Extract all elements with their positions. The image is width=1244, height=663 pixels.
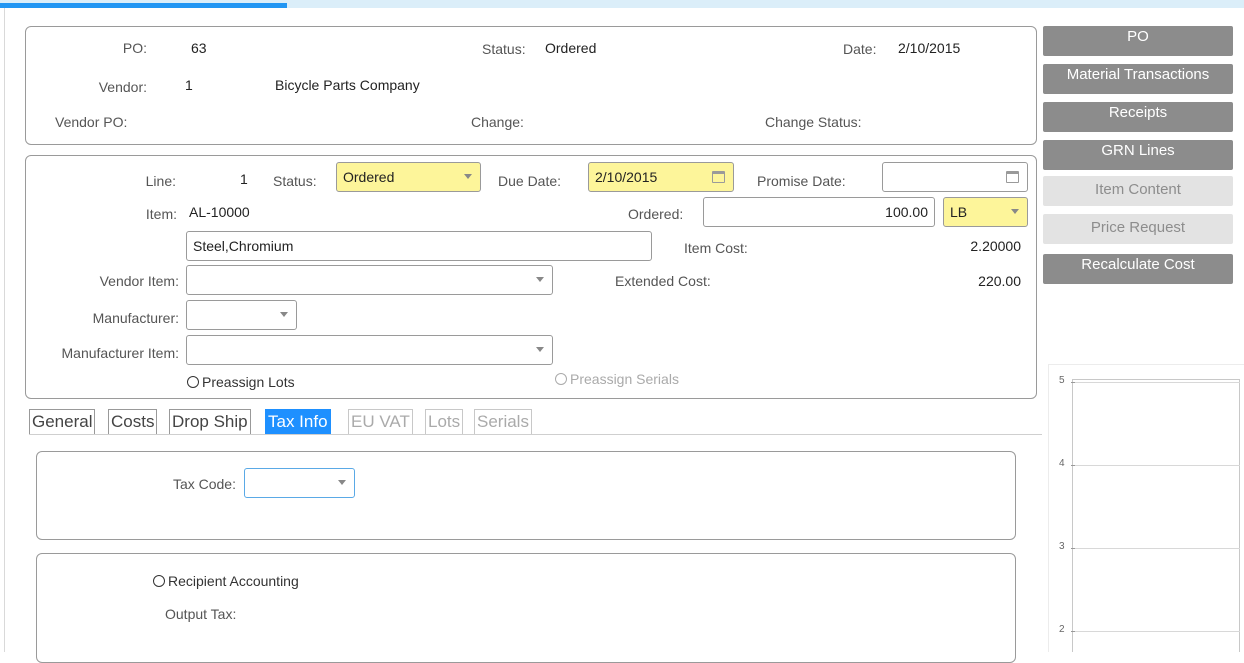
tax-code-panel bbox=[36, 451, 1016, 540]
item-cost-value: 2.20000 bbox=[970, 238, 1021, 254]
po-number: 63 bbox=[191, 40, 207, 56]
status-value: Ordered bbox=[545, 40, 597, 56]
checkbox-icon bbox=[555, 373, 567, 385]
vendor-id[interactable]: 1 bbox=[185, 77, 193, 93]
tab-lots[interactable]: Lots bbox=[425, 409, 464, 435]
chevron-down-icon bbox=[536, 277, 544, 282]
chart-gridline bbox=[1072, 465, 1240, 466]
uom-select[interactable]: LB bbox=[943, 197, 1028, 227]
extended-cost-value: 220.00 bbox=[978, 273, 1021, 289]
receipts-button[interactable]: Receipts bbox=[1043, 102, 1233, 132]
recipient-accounting-checkbox[interactable]: Recipient Accounting bbox=[153, 573, 299, 589]
tax-code-select[interactable] bbox=[244, 468, 355, 498]
status-label: Status: bbox=[482, 41, 526, 57]
tax-code-label: Tax Code: bbox=[172, 476, 236, 492]
chart-gridline bbox=[1072, 548, 1240, 549]
tab-tax-info[interactable]: Tax Info bbox=[265, 409, 331, 435]
left-divider bbox=[4, 8, 5, 652]
manufacturer-select[interactable] bbox=[186, 300, 297, 330]
grn-lines-button[interactable]: GRN Lines bbox=[1043, 140, 1233, 170]
item-description-value: Steel,Chromium bbox=[193, 238, 294, 254]
tab-drop-ship[interactable]: Drop Ship bbox=[169, 409, 251, 435]
preassign-serials-checkbox: Preassign Serials bbox=[555, 371, 679, 387]
chart-y-tick-label: 4 bbox=[1059, 458, 1065, 469]
due-date-value: 2/10/2015 bbox=[595, 169, 658, 185]
change-label: Change: bbox=[471, 114, 524, 130]
po-button[interactable]: PO bbox=[1043, 26, 1233, 56]
chart-y-tick-label: 2 bbox=[1059, 624, 1065, 635]
chart-y-tick bbox=[1071, 548, 1075, 549]
date-label: Date: bbox=[843, 41, 877, 57]
price-request-button[interactable]: Price Request bbox=[1043, 214, 1233, 244]
vendor-name: Bicycle Parts Company bbox=[275, 77, 420, 93]
chart-plot-area bbox=[1072, 379, 1240, 652]
chart-gridline bbox=[1072, 631, 1240, 632]
recipient-accounting-label: Recipient Accounting bbox=[168, 573, 299, 589]
checkbox-icon bbox=[187, 376, 199, 388]
item-description-input[interactable]: Steel,Chromium bbox=[186, 231, 652, 261]
checkbox-icon bbox=[153, 575, 165, 587]
chart-y-tick bbox=[1071, 631, 1075, 632]
tab-costs[interactable]: Costs bbox=[108, 409, 158, 435]
po-label: PO: bbox=[122, 40, 147, 56]
tab-eu-vat[interactable]: EU VAT bbox=[348, 409, 413, 435]
tab-serials[interactable]: Serials bbox=[474, 409, 532, 435]
chevron-down-icon bbox=[280, 312, 288, 317]
item-value: AL-10000 bbox=[189, 204, 250, 220]
due-date-label: Due Date: bbox=[498, 173, 562, 189]
promise-date-field[interactable] bbox=[882, 162, 1028, 192]
calendar-icon[interactable] bbox=[1006, 171, 1019, 183]
item-cost-label: Item Cost: bbox=[684, 240, 748, 256]
line-number: 1 bbox=[240, 171, 248, 187]
manufacturer-label: Manufacturer: bbox=[92, 310, 179, 326]
manufacturer-item-select[interactable] bbox=[186, 335, 553, 365]
vendor-item-select[interactable] bbox=[186, 265, 553, 295]
ordered-label: Ordered: bbox=[628, 206, 684, 222]
chart-gridline bbox=[1072, 382, 1240, 383]
due-date-field[interactable]: 2/10/2015 bbox=[588, 162, 734, 192]
ordered-quantity-input[interactable]: 100.00 bbox=[703, 197, 935, 227]
date-value: 2/10/2015 bbox=[898, 40, 961, 56]
vendor-item-label: Vendor Item: bbox=[99, 273, 179, 289]
item-content-button[interactable]: Item Content bbox=[1043, 176, 1233, 206]
chart-y-tick bbox=[1071, 382, 1075, 383]
material-transactions-button[interactable]: Material Transactions bbox=[1043, 64, 1233, 94]
ordered-quantity-value: 100.00 bbox=[885, 204, 928, 220]
calendar-icon[interactable] bbox=[712, 171, 725, 183]
chart-y-tick-label: 5 bbox=[1059, 375, 1065, 386]
manufacturer-item-label: Manufacturer Item: bbox=[61, 345, 180, 361]
tab-baseline bbox=[29, 434, 1042, 435]
chart-y-tick-label: 3 bbox=[1059, 541, 1065, 552]
line-label: Line: bbox=[145, 173, 176, 189]
po-header-panel bbox=[25, 26, 1037, 145]
chevron-down-icon bbox=[464, 174, 472, 179]
preassign-serials-label: Preassign Serials bbox=[570, 371, 679, 387]
tab-general[interactable]: General bbox=[29, 409, 96, 435]
chevron-down-icon bbox=[338, 480, 346, 485]
recalculate-cost-button[interactable]: Recalculate Cost bbox=[1043, 254, 1233, 284]
vendor-label: Vendor: bbox=[98, 79, 147, 95]
line-status-label: Status: bbox=[273, 173, 317, 189]
preassign-lots-checkbox[interactable]: Preassign Lots bbox=[187, 374, 295, 390]
chevron-down-icon bbox=[536, 347, 544, 352]
chevron-down-icon bbox=[1011, 209, 1019, 214]
uom-value: LB bbox=[950, 204, 968, 220]
line-status-select[interactable]: Ordered bbox=[336, 162, 481, 192]
chart-y-tick bbox=[1071, 465, 1075, 466]
item-label: Item: bbox=[145, 206, 177, 222]
promise-date-label: Promise Date: bbox=[757, 173, 846, 189]
top-tab-active-indicator[interactable] bbox=[0, 3, 287, 8]
extended-cost-label: Extended Cost: bbox=[615, 273, 711, 289]
preassign-lots-label: Preassign Lots bbox=[202, 374, 295, 390]
change-status-label: Change Status: bbox=[765, 114, 862, 130]
line-status-value: Ordered bbox=[343, 169, 395, 185]
output-tax-label: Output Tax: bbox=[165, 606, 237, 622]
vendor-po-label: Vendor PO: bbox=[55, 114, 128, 130]
